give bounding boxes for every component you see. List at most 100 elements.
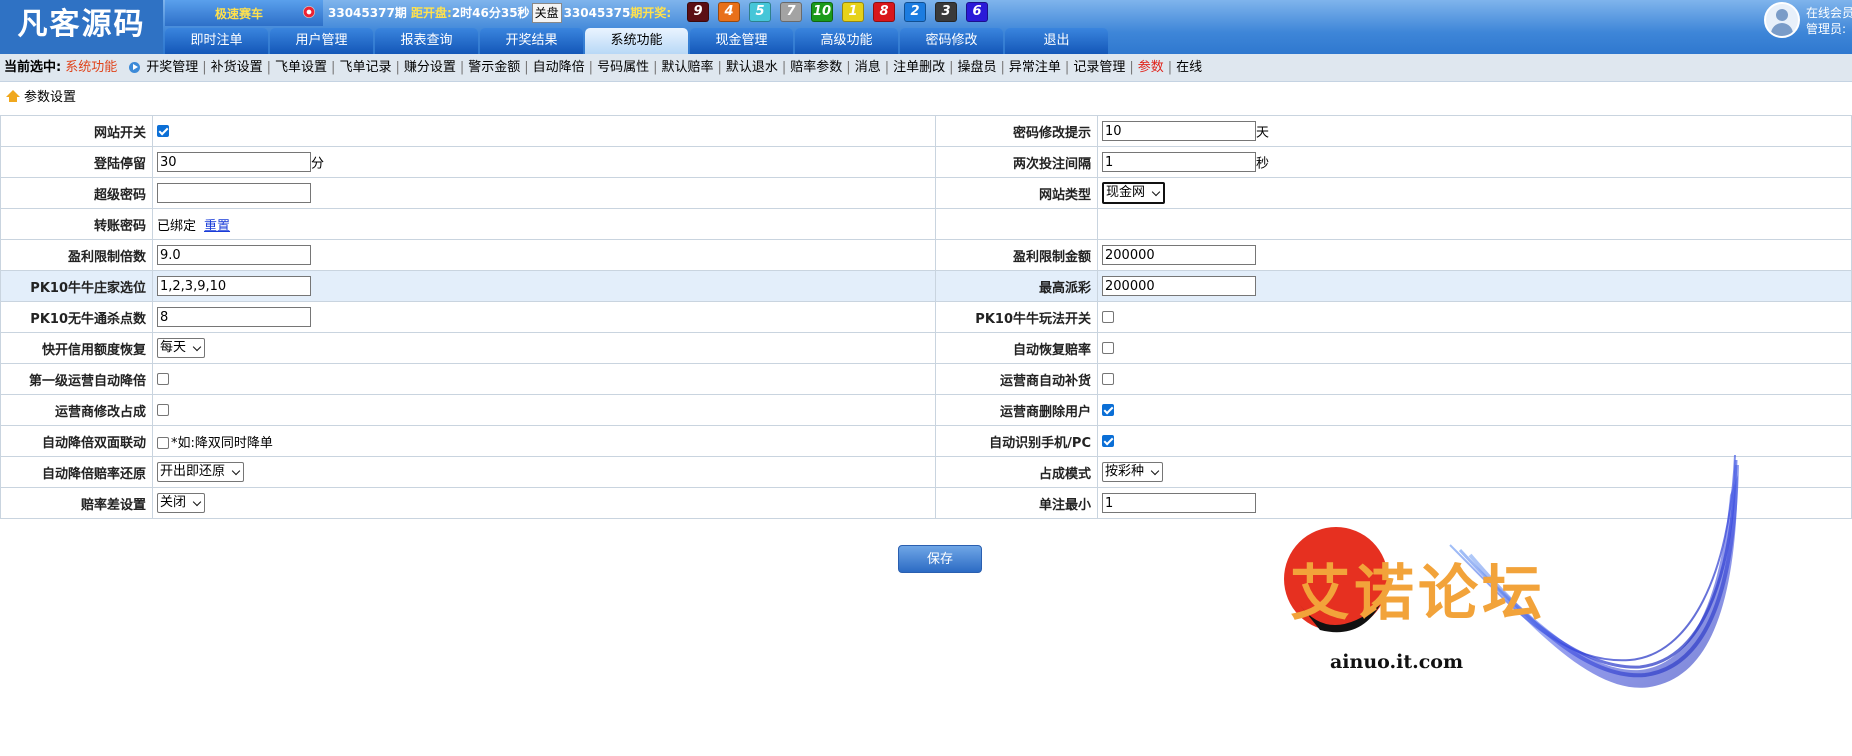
tab-3[interactable]: 报表查询 (375, 28, 478, 54)
select-dropdown[interactable]: 关闭 (157, 493, 206, 513)
field-value (1097, 270, 1852, 302)
field-value: 天 (1097, 115, 1852, 147)
sub-nav-item[interactable]: 记录管理 (1073, 60, 1125, 75)
countdown: 2时46分35秒 (451, 6, 530, 20)
sub-nav-item[interactable]: 注单删改 (893, 60, 945, 75)
text-input[interactable] (157, 183, 311, 203)
text-input[interactable] (157, 307, 311, 327)
checkbox[interactable] (157, 373, 169, 385)
checkbox[interactable] (1102, 342, 1114, 354)
field-value (1097, 239, 1852, 271)
field-label: 占成模式 (935, 456, 1098, 488)
sub-nav-item[interactable]: 飞单设置 (275, 60, 327, 75)
tab-8[interactable]: 密码修改 (900, 28, 1003, 54)
select-dropdown[interactable]: 现金网 (1102, 182, 1166, 204)
sub-nav-item[interactable]: 操盘员 (958, 60, 997, 75)
tab-9[interactable]: 退出 (1005, 28, 1108, 54)
sub-nav-item[interactable]: 参数 (1138, 60, 1164, 75)
field-label: 单注最小 (935, 487, 1098, 519)
checkbox[interactable] (1102, 404, 1114, 416)
result-ball: 8 (873, 2, 895, 22)
sub-nav-item[interactable]: 默认赔率 (661, 60, 713, 75)
watermark: 艾诺论坛 ainuo.it.com (1260, 455, 1760, 715)
sub-nav-item[interactable]: 异常注单 (1009, 60, 1061, 75)
sub-nav-item[interactable]: 赔率参数 (790, 60, 842, 75)
result-ball: 1 (842, 2, 864, 22)
result-ball: 10 (811, 2, 833, 22)
sub-nav: 当前选中: 系统功能 开奖管理 | 补货设置 | 飞单设置 | 飞单记录 | 赚分设置 | 警示金额 | 自… (0, 54, 1852, 82)
tab-1[interactable]: 即时注单 (165, 28, 268, 54)
text-input[interactable] (1102, 276, 1256, 296)
tab-5[interactable]: 系统功能 (585, 28, 688, 54)
field-label: 网站开关 (0, 115, 153, 147)
text-input[interactable] (1102, 493, 1256, 513)
text-input[interactable] (157, 245, 311, 265)
sub-nav-item[interactable]: 赚分设置 (404, 60, 456, 75)
field-value: 已绑定 重置 (152, 208, 936, 240)
checkbox[interactable] (1102, 311, 1114, 323)
select-dropdown[interactable]: 按彩种 (1102, 462, 1164, 482)
separator: | (884, 60, 890, 75)
result-ball: 9 (687, 2, 709, 22)
result-ball: 2 (904, 2, 926, 22)
tab-2[interactable]: 用户管理 (270, 28, 373, 54)
unit-label: 秒 (1256, 156, 1270, 172)
field-value (152, 177, 936, 209)
avatar-icon[interactable] (1764, 2, 1800, 38)
field-value: *如:降双同时降单 (152, 425, 936, 457)
separator: | (846, 60, 851, 75)
select-dropdown[interactable]: 开出即还原 (157, 462, 245, 482)
select-dropdown[interactable]: 每天 (157, 338, 206, 358)
field-value (152, 394, 936, 426)
sub-nav-item[interactable]: 默认退水 (726, 60, 778, 75)
separator: | (717, 60, 722, 75)
tab-4[interactable]: 开奖结果 (480, 28, 583, 54)
field-label: 网站类型 (935, 177, 1098, 209)
reset-link[interactable]: 重置 (204, 219, 230, 234)
field-label: PK10牛牛庄家选位 (0, 270, 153, 302)
text-input[interactable] (157, 276, 311, 296)
admin-label: 管理员: (1806, 22, 1847, 36)
field-label: 运营商修改占成 (0, 394, 153, 426)
online-members[interactable]: 在线会员 (1806, 4, 1852, 21)
sub-nav-item[interactable]: 消息 (855, 60, 881, 75)
field-value: 关闭 (152, 487, 936, 519)
checkbox[interactable] (157, 437, 169, 449)
text-input[interactable] (157, 152, 311, 172)
checkbox[interactable] (157, 404, 169, 416)
result-ball: 5 (749, 2, 771, 22)
sub-nav-item[interactable]: 在线 (1176, 60, 1202, 75)
checkbox[interactable] (1102, 435, 1114, 447)
tab-7[interactable]: 高级功能 (795, 28, 898, 54)
field-label: 密码修改提示 (935, 115, 1098, 147)
game-name: 极速赛车 (215, 7, 264, 21)
checkbox[interactable] (1102, 373, 1114, 385)
result-ball: 6 (966, 2, 988, 22)
field-value: 分 (152, 146, 936, 178)
text-input[interactable] (1102, 245, 1256, 265)
text-input[interactable] (1102, 152, 1256, 172)
last-period-label: 期开奖: (630, 6, 672, 20)
sub-nav-item[interactable]: 号码属性 (597, 60, 649, 75)
checkbox[interactable] (157, 125, 169, 137)
table-row: PK10牛牛庄家选位 最高派彩 (0, 270, 1852, 302)
sub-nav-item[interactable]: 自动降倍 (533, 60, 585, 75)
field-value: 秒 (1097, 146, 1852, 178)
tab-6[interactable]: 现金管理 (690, 28, 793, 54)
sub-nav-item[interactable]: 补货设置 (211, 60, 263, 75)
sub-nav-item[interactable]: 警示金额 (468, 60, 520, 75)
game-selector[interactable]: 极速赛车 (165, 0, 323, 26)
field-label: 自动降倍赔率还原 (0, 456, 153, 488)
sub-nav-item[interactable]: 飞单记录 (339, 60, 391, 75)
text-input[interactable] (1102, 121, 1256, 141)
field-label: 第一级运营自动降倍 (0, 363, 153, 395)
refresh-icon[interactable] (303, 6, 315, 18)
status-text: 已绑定 (157, 218, 197, 234)
sub-nav-item[interactable]: 开奖管理 (146, 60, 198, 75)
separator: | (459, 60, 465, 75)
result-ball: 3 (935, 2, 957, 22)
separator: | (781, 60, 787, 75)
save-button[interactable]: 保存 (898, 545, 982, 573)
result-ball: 4 (718, 2, 740, 22)
close-market-button[interactable]: 关盘 (531, 3, 562, 23)
